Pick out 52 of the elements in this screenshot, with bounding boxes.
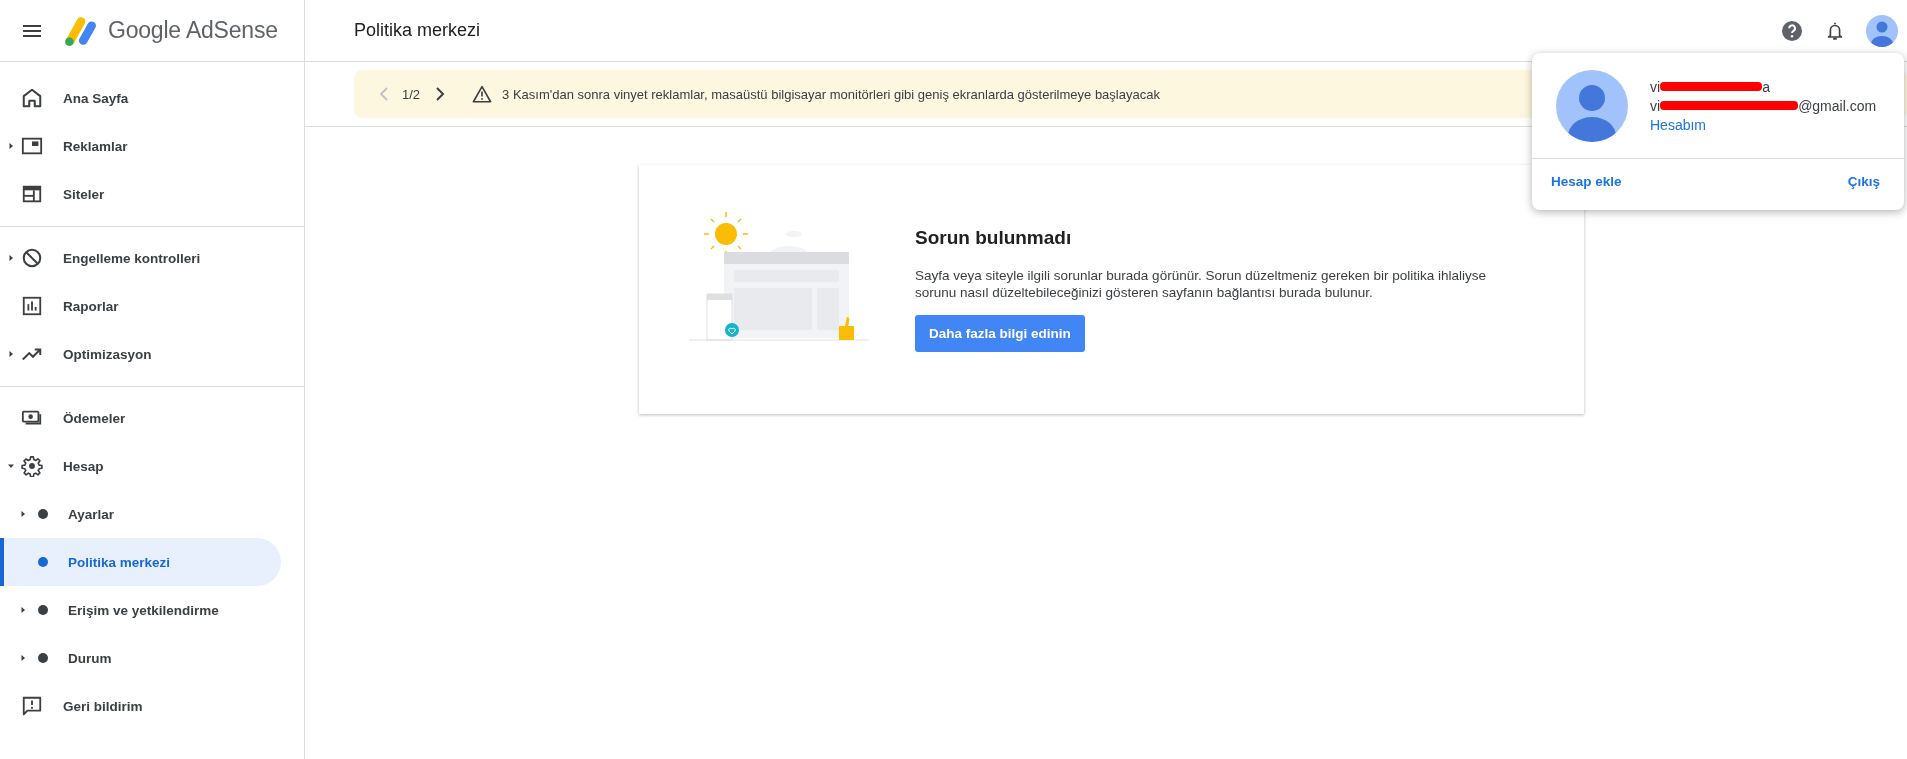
nav-item[interactable]: Engelleme kontrolleri	[0, 234, 281, 282]
nav-subitem[interactable]: Politika merkezi	[0, 538, 281, 586]
card-title: Sorun bulunmadı	[915, 227, 1072, 249]
help-icon[interactable]	[1780, 18, 1804, 43]
nav-subitem[interactable]: Durum	[0, 634, 281, 682]
account-name: vi	[1650, 78, 1661, 95]
bar-chart-icon	[21, 295, 43, 317]
caret-right-icon[interactable]	[20, 511, 26, 517]
my-account-link[interactable]: Hesabım	[1650, 116, 1877, 133]
pager-count: 1/2	[402, 86, 421, 102]
account-email: @gmail.com	[1798, 97, 1877, 114]
caret-right-icon[interactable]	[8, 351, 14, 357]
bullet-icon	[38, 557, 48, 567]
nav-item[interactable]: Reklamlar	[0, 122, 281, 170]
home-icon	[21, 87, 43, 109]
bullet-icon	[38, 509, 48, 519]
bullet-icon	[38, 653, 48, 663]
bullet-icon	[38, 605, 48, 615]
add-account-link[interactable]: Hesap ekle	[1551, 174, 1622, 189]
avatar-icon[interactable]	[1866, 14, 1898, 47]
website-icon	[21, 183, 43, 205]
nav-subitem[interactable]: Erişim ve yetkilendirme	[0, 586, 281, 634]
nav-item[interactable]: Optimizasyon	[0, 330, 281, 378]
nav-subitem[interactable]: Ayarlar	[0, 490, 281, 538]
sign-out-link[interactable]: Çıkış	[1847, 174, 1880, 189]
avatar-icon	[1556, 69, 1628, 142]
nav-item[interactable]: Ödemeler	[0, 394, 281, 442]
caret-down-icon[interactable]	[8, 463, 14, 469]
feedback-icon	[21, 695, 43, 717]
nav-item[interactable]: Geri bildirim	[0, 682, 281, 730]
caret-right-icon[interactable]	[8, 143, 14, 149]
account-email: vi	[1650, 97, 1661, 114]
banner-message: 3 Kasım'dan sonra vinyet reklamlar, masaüstü bilgisayar monitörleri gibi geniş ekranlarda gösterilmeye başlayacak	[502, 86, 1160, 102]
product-name: Google AdSense	[108, 17, 278, 44]
caret-right-icon[interactable]	[20, 607, 26, 613]
warning-icon	[472, 85, 493, 103]
settings-icon	[21, 455, 43, 477]
account-name: a	[1762, 78, 1770, 95]
menu-icon[interactable]	[23, 24, 41, 37]
block-icon	[21, 247, 43, 269]
nav-item[interactable]: Hesap	[0, 442, 281, 490]
ad-unit-icon	[21, 135, 43, 157]
learn-more-button[interactable]: Daha fazla bilgi edinin	[915, 315, 1085, 352]
logo-icon	[63, 14, 97, 47]
caret-right-icon[interactable]	[8, 255, 14, 261]
nav-item[interactable]: Siteler	[0, 170, 281, 218]
next-icon[interactable]	[434, 86, 447, 102]
page-title: Politika merkezi	[354, 20, 481, 40]
caret-right-icon[interactable]	[20, 655, 26, 661]
nav-item[interactable]: Ana Sayfa	[0, 74, 281, 122]
nav-item[interactable]: Raporlar	[0, 282, 281, 330]
card-description: Sayfa veya siteyle ilgili sorunlar burada görünür. Sorun düzeltmeniz gereken bir politika ihlaliyse sorunu nasıl düzeltebileceğinizi gösteren sayfanın bağlantısı burada bulunur.	[915, 267, 1488, 301]
